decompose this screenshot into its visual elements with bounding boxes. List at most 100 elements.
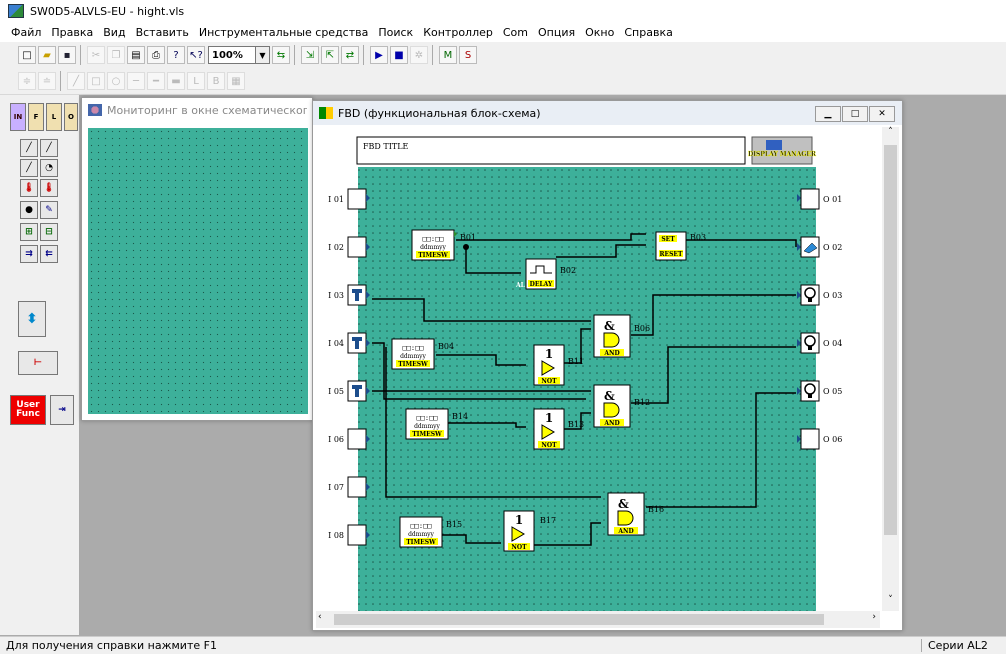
line-tool-icon[interactable]: ╱ — [67, 72, 85, 90]
gauge-block-icon[interactable]: ◔ — [40, 159, 58, 177]
counter-block-icon[interactable]: ╱ — [20, 159, 38, 177]
thick-line-icon[interactable]: ▬ — [167, 72, 185, 90]
and-block-b12[interactable]: & AND — [593, 384, 631, 428]
thin-line-icon[interactable]: ─ — [127, 72, 145, 90]
analog-block-2-icon[interactable]: ╱ — [40, 139, 58, 157]
horizontal-scrollbar[interactable]: ‹ › — [316, 611, 880, 628]
comm-block-2-icon[interactable]: ⇇ — [40, 245, 58, 263]
scroll-left-icon[interactable]: ‹ — [318, 612, 322, 622]
fbd-window[interactable]: FBD (функциональная блок-схема) ▁ □ ✕ FB… — [312, 100, 903, 631]
fbd-canvas[interactable]: FBD TITLE DISPLAY MANAGER I 01 I 02 I 03… — [316, 127, 880, 611]
block-label-b11: B11 — [568, 357, 584, 366]
read-icon[interactable]: ⇲ — [301, 46, 319, 64]
valve-block-icon[interactable]: ✎ — [40, 201, 58, 219]
setreset-block-b03[interactable]: SET RESET — [655, 231, 687, 261]
comm-block-icon[interactable]: ⇉ — [20, 245, 38, 263]
save-icon[interactable]: ▪ — [58, 46, 76, 64]
border-style-icon[interactable]: B — [207, 72, 225, 90]
menu-view[interactable]: Вид — [98, 26, 130, 39]
vertical-scrollbar[interactable]: ˄ ˅ — [882, 127, 899, 611]
open-folder-icon[interactable]: ▰ — [38, 46, 56, 64]
function-palette-icon[interactable]: F — [28, 103, 44, 131]
scroll-right-icon[interactable]: › — [872, 612, 876, 622]
thermometer-tc-icon[interactable]: 🌡 — [40, 179, 58, 197]
block-label-b12: B12 — [634, 398, 650, 407]
timesw-block-b15[interactable]: □□:□□ ddmmyy TIMESW — [399, 516, 443, 548]
and-block-b06[interactable]: & AND — [593, 314, 631, 358]
logic-palette-icon[interactable]: L — [46, 103, 62, 131]
new-file-icon[interactable]: □ — [18, 46, 36, 64]
help-icon[interactable]: ? — [167, 46, 185, 64]
input-palette-icon[interactable]: IN — [10, 103, 26, 131]
paste-icon[interactable]: ▤ — [127, 46, 145, 64]
cut-icon[interactable]: ✂ — [87, 46, 105, 64]
run-icon[interactable]: ▶ — [370, 46, 388, 64]
zoom-select[interactable]: 100% — [208, 46, 256, 64]
not-label: NOT — [511, 544, 527, 551]
menu-edit[interactable]: Правка — [46, 26, 98, 39]
analog-block-icon[interactable]: ╱ — [20, 139, 38, 157]
macro-block-icon[interactable]: ⊢ — [18, 351, 58, 375]
and-block-b16[interactable]: & AND — [607, 492, 645, 536]
horizontal-scroll-thumb[interactable] — [334, 614, 824, 625]
fbd-diagram[interactable]: FBD TITLE DISPLAY MANAGER I 01 I 02 I 03… — [316, 127, 880, 611]
monitor-window-titlebar[interactable]: Мониторинг в окне схематического пред — [82, 98, 312, 122]
module-icon[interactable]: M — [439, 46, 457, 64]
print-icon[interactable]: ⎙ — [147, 46, 165, 64]
block-label-b02: B02 — [560, 266, 576, 275]
user-func-button[interactable]: User Func — [10, 395, 46, 425]
align-bottom-icon[interactable]: ≐ — [38, 72, 56, 90]
import-block-icon[interactable]: ⇥ — [50, 395, 74, 425]
fbd-window-titlebar[interactable]: FBD (функциональная блок-схема) — [313, 101, 902, 125]
menu-controller[interactable]: Контроллер — [418, 26, 498, 39]
verify-icon[interactable]: ⇄ — [341, 46, 359, 64]
scroll-down-icon[interactable]: ˅ — [882, 595, 899, 611]
timesw-block-b01[interactable]: □□:□□ ddmmyy TIMESW — [411, 229, 457, 261]
menu-help[interactable]: Справка — [619, 26, 677, 39]
not-block-b13[interactable]: 1 NOT — [533, 408, 565, 450]
monitor-icon[interactable]: ✲ — [410, 46, 428, 64]
timesw-date: ddmmyy — [414, 423, 440, 430]
medium-line-icon[interactable]: ━ — [147, 72, 165, 90]
monitor-canvas[interactable] — [88, 128, 308, 414]
menu-window[interactable]: Окно — [580, 26, 619, 39]
line-style-icon[interactable]: L — [187, 72, 205, 90]
scroll-up-down-icon[interactable]: ⬍ — [18, 301, 46, 337]
monitor-window[interactable]: Мониторинг в окне схематического пред — [81, 97, 313, 421]
timesw-clock: □□:□□ — [422, 235, 443, 243]
display-manager-button[interactable]: DISPLAY MANAGER — [748, 136, 817, 165]
transfer-icon[interactable]: ⇆ — [272, 46, 290, 64]
align-top-icon[interactable]: ≑ — [18, 72, 36, 90]
ellipse-tool-icon[interactable]: ○ — [107, 72, 125, 90]
network-block-2-icon[interactable]: ⊟ — [40, 223, 58, 241]
fill-style-icon[interactable]: ▦ — [227, 72, 245, 90]
context-help-icon[interactable]: ↖? — [187, 46, 205, 64]
write-icon[interactable]: ⇱ — [321, 46, 339, 64]
not-block-b17[interactable]: 1 NOT — [503, 510, 535, 552]
zoom-dropdown-icon[interactable]: ▼ — [256, 46, 270, 64]
scroll-up-icon[interactable]: ˄ — [882, 127, 899, 143]
output-palette-icon[interactable]: O — [64, 103, 78, 131]
thermometer-pt-icon[interactable]: 🌡 — [20, 179, 38, 197]
simulation-icon[interactable]: S — [459, 46, 477, 64]
vertical-scroll-thumb[interactable] — [884, 145, 897, 535]
menu-tools[interactable]: Инструментальные средства — [194, 26, 374, 39]
network-block-icon[interactable]: ⊞ — [20, 223, 38, 241]
not-block-b11[interactable]: 1 NOT — [533, 344, 565, 386]
timesw-block-b04[interactable]: □□:□□ ddmmyy TIMESW — [391, 338, 435, 370]
block-label-b03: B03 — [690, 233, 706, 242]
sensor-block-icon[interactable]: ● — [20, 201, 38, 219]
menu-option[interactable]: Опция — [533, 26, 580, 39]
rectangle-tool-icon[interactable]: □ — [87, 72, 105, 90]
menu-file[interactable]: Файл — [6, 26, 46, 39]
copy-icon[interactable]: ❐ — [107, 46, 125, 64]
close-button[interactable]: ✕ — [869, 106, 895, 122]
timesw-block-b14[interactable]: □□:□□ ddmmyy TIMESW — [405, 408, 449, 440]
maximize-button[interactable]: □ — [842, 106, 868, 122]
menu-com[interactable]: Com — [498, 26, 533, 39]
stop-icon[interactable]: ■ — [390, 46, 408, 64]
menu-search[interactable]: Поиск — [373, 26, 418, 39]
minimize-button[interactable]: ▁ — [815, 106, 841, 122]
menu-insert[interactable]: Вставить — [131, 26, 194, 39]
fbd-title-box[interactable] — [356, 136, 746, 165]
